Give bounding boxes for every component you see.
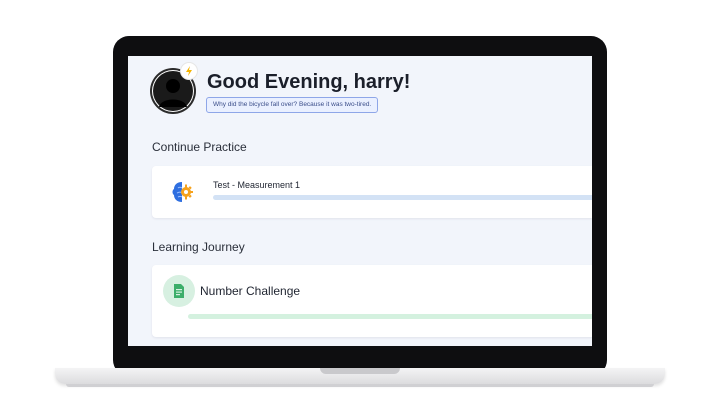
practice-card[interactable]: Test - Measurement 1 bbox=[152, 166, 592, 218]
practice-progress-bar bbox=[213, 195, 592, 200]
app-screen: Good Evening, harry! Why did the bicycle… bbox=[128, 56, 592, 346]
laptop-notch bbox=[320, 368, 400, 374]
document-icon bbox=[174, 284, 184, 298]
challenge-name: Number Challenge bbox=[200, 284, 301, 298]
learning-journey-title: Learning Journey bbox=[152, 240, 245, 254]
challenge-icon-circle bbox=[163, 275, 195, 307]
challenge-progress-bar bbox=[188, 314, 592, 319]
journey-card[interactable]: Number Challenge bbox=[152, 265, 592, 337]
lightning-icon bbox=[186, 66, 192, 76]
brain-gear-icon bbox=[172, 182, 193, 202]
laptop-foot bbox=[66, 384, 654, 387]
streak-badge bbox=[180, 62, 198, 80]
practice-item-name: Test - Measurement 1 bbox=[213, 180, 301, 190]
joke-banner: Why did the bicycle fall over? Because i… bbox=[206, 97, 379, 113]
greeting-title: Good Evening, harry! bbox=[207, 71, 411, 93]
continue-practice-title: Continue Practice bbox=[152, 140, 247, 154]
